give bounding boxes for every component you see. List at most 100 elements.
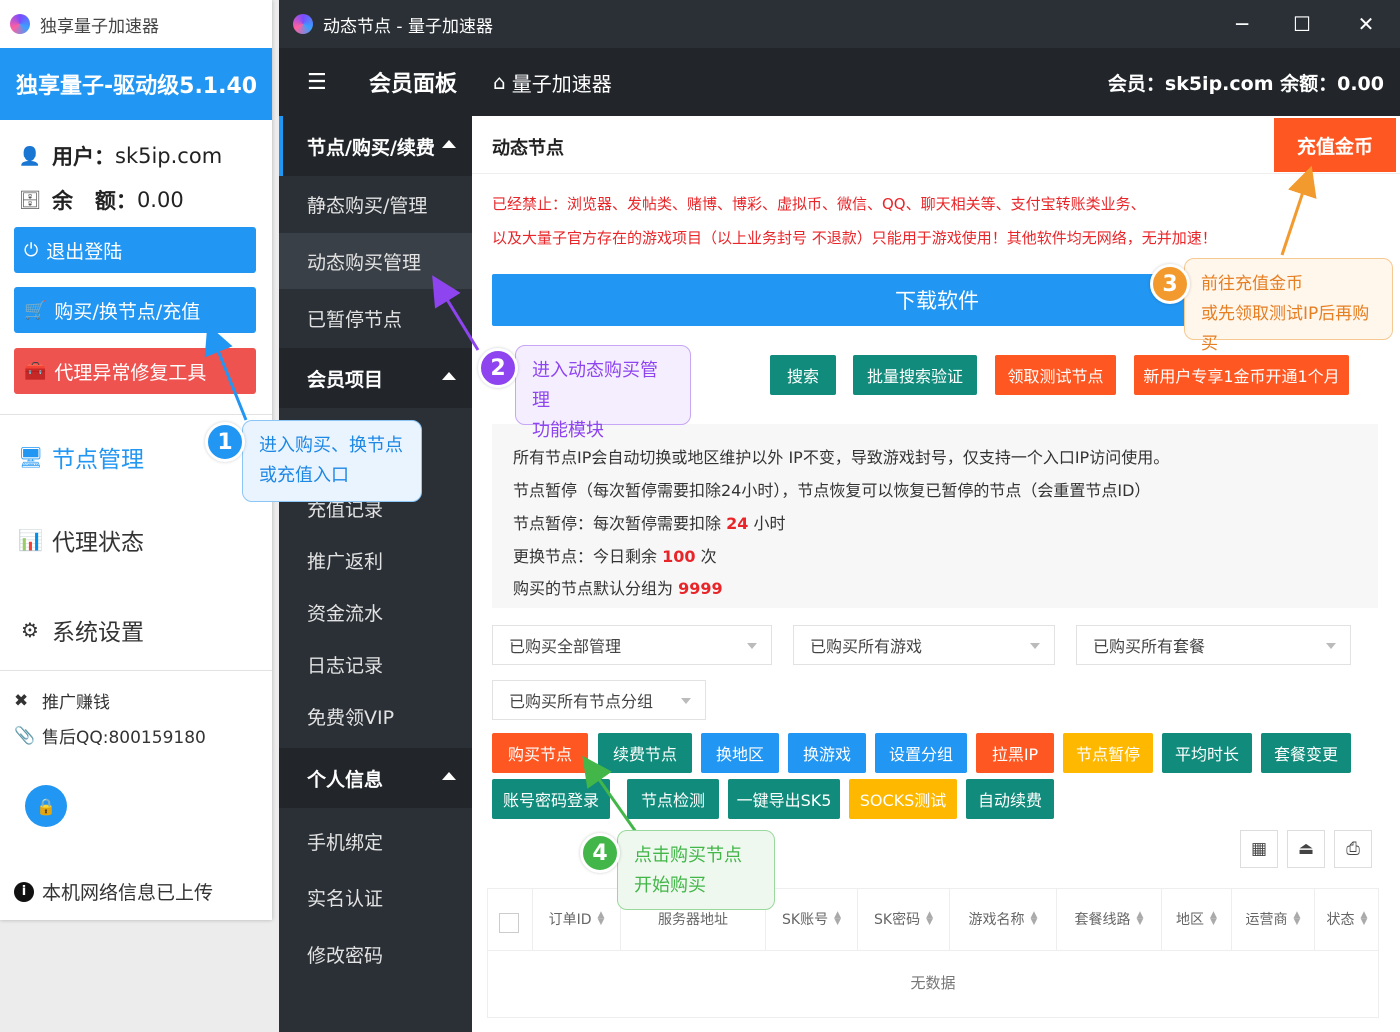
notice-text: 节点暂停：每次暂停需要扣除: [513, 514, 727, 533]
sidebar-group-personal[interactable]: 个人信息: [279, 748, 472, 808]
member-panel-link[interactable]: 会员面板: [369, 48, 457, 116]
batch-verify-button[interactable]: 批量搜索验证: [853, 355, 977, 395]
nav-node-management[interactable]: 🖥 节点管理: [18, 440, 144, 474]
sidebar-item-logs[interactable]: 日志记录: [279, 636, 472, 692]
logout-button[interactable]: ⏻ 退出登陆: [14, 227, 256, 273]
avg-duration-button[interactable]: 平均时长: [1162, 733, 1252, 773]
sort-icon: ▲ ▼: [1360, 910, 1368, 927]
close-button[interactable]: ✕: [1336, 0, 1396, 48]
chevron-down-icon: [1326, 643, 1336, 649]
search-button[interactable]: 搜索: [770, 355, 836, 395]
new-user-offer-button[interactable]: 新用户专享1金币开通1个月: [1134, 355, 1349, 395]
column-header[interactable]: 状态 ▲ ▼: [1315, 888, 1379, 950]
columns-icon[interactable]: ▦: [1240, 830, 1278, 868]
power-icon: ⏻: [24, 239, 39, 261]
change-game-button[interactable]: 换游戏: [788, 733, 866, 773]
sidebar-item-static[interactable]: 静态购买/管理: [279, 176, 472, 232]
set-group-button[interactable]: 设置分组: [875, 733, 967, 773]
export-icon[interactable]: ⏏: [1287, 830, 1325, 868]
pause-node-button[interactable]: 节点暂停: [1063, 733, 1153, 773]
promo-link[interactable]: ✖ 推广赚钱: [14, 688, 110, 714]
cart-icon: 🛒: [24, 299, 47, 321]
sidebar-group-member[interactable]: 会员项目: [279, 348, 472, 408]
logout-label: 退出登陆: [46, 240, 123, 263]
change-region-button[interactable]: 换地区: [701, 733, 779, 773]
home-link[interactable]: ⌂ 量子加速器: [493, 48, 612, 116]
filter-games[interactable]: 已购买所有游戏: [793, 625, 1055, 665]
notice-line-4: 更换节点：今日剩余 100 次: [513, 543, 717, 567]
column-header[interactable]: 运营商 ▲ ▼: [1232, 888, 1315, 950]
menu-toggle[interactable]: ☰: [307, 48, 327, 116]
change-package-button[interactable]: 套餐变更: [1261, 733, 1351, 773]
callout-text: 或充值入口: [259, 465, 349, 486]
header-label: 游戏名称: [968, 912, 1025, 928]
sidebar: 节点/购买/续费 静态购买/管理 动态购买管理 已暂停节点 会员项目 充值记录 …: [279, 116, 472, 1032]
select-all-checkbox[interactable]: [499, 913, 519, 933]
sort-icon: ▲ ▼: [1210, 910, 1217, 927]
column-header[interactable]: SK密码 ▲ ▼: [858, 888, 950, 950]
callout-4: 点击购买节点 开始购买: [617, 830, 775, 910]
sidebar-group-nodes[interactable]: 节点/购买/续费: [279, 116, 472, 176]
left-titlebar: 独享量子加速器: [0, 0, 272, 48]
notice-line-5: 购买的节点默认分组为 9999: [513, 575, 723, 599]
column-header[interactable]: SK账号 ▲ ▼: [766, 888, 858, 950]
auto-renew-button[interactable]: 自动续费: [966, 779, 1054, 819]
buy-node-action[interactable]: 购买节点: [492, 733, 588, 773]
callout-text: 功能模块: [532, 420, 604, 441]
recharge-button[interactable]: 充值金币: [1274, 118, 1396, 172]
sidebar-item-funds[interactable]: 资金流水: [279, 584, 472, 640]
sort-icon: ▲ ▼: [597, 910, 605, 927]
callout-3: 前往充值金币 或先领取测试IP后再购买: [1184, 258, 1393, 354]
select-value: 已购买所有游戏: [810, 637, 923, 656]
warning-line-2: 以及大量子官方存在的游戏项目（以上业务封号 不退款）只能用于游戏使用！其他软件均…: [492, 229, 1217, 247]
node-check-button[interactable]: 节点检测: [627, 779, 719, 819]
nav-label: 节点管理: [52, 447, 144, 473]
callout-text: 点击购买节点: [634, 845, 742, 866]
blacklist-ip-button[interactable]: 拉黑IP: [976, 733, 1054, 773]
sidebar-item-dynamic[interactable]: 动态购买管理: [279, 233, 472, 289]
home-label: 量子加速器: [511, 71, 612, 96]
page-title: 动态节点: [492, 138, 564, 159]
get-test-node-button[interactable]: 领取测试节点: [995, 355, 1116, 395]
column-header[interactable]: 套餐线路 ▲ ▼: [1057, 888, 1162, 950]
export-sk5-button[interactable]: 一键导出SK5: [728, 779, 840, 819]
column-header[interactable]: 游戏名称 ▲ ▼: [950, 888, 1057, 950]
column-header[interactable]: 地区 ▲ ▼: [1162, 888, 1232, 950]
sidebar-group-label: 会员项目: [307, 368, 384, 391]
sidebar-group-label: 节点/购买/续费: [307, 136, 435, 159]
sidebar-item-password[interactable]: 修改密码: [279, 926, 472, 982]
socks-test-button[interactable]: SOCKS测试: [849, 779, 957, 819]
warning-line-1: 已经禁止：浏览器、发帖类、赌博、博彩、虚拟币、微信、QQ、聊天相关等、支付宝转账…: [492, 195, 1146, 213]
step-badge-3: 3: [1150, 264, 1190, 304]
sidebar-item-rebate[interactable]: 推广返利: [279, 532, 472, 588]
step-badge-2: 2: [478, 348, 518, 388]
header-label: 套餐线路: [1074, 912, 1131, 928]
sidebar-item-vip[interactable]: 免费领VIP: [279, 688, 472, 744]
account-login-button[interactable]: 账号密码登录: [492, 779, 610, 819]
database-icon: 🗄: [18, 189, 42, 211]
sidebar-group-label: 个人信息: [307, 768, 384, 791]
sidebar-item-phone[interactable]: 手机绑定: [279, 813, 472, 869]
filter-node-groups[interactable]: 已购买所有节点分组: [492, 680, 706, 720]
maximize-button[interactable]: ☐: [1272, 0, 1332, 48]
header-label: 服务器地址: [658, 912, 728, 928]
header-label: SK密码: [874, 912, 921, 928]
filter-all-manage[interactable]: 已购买全部管理: [492, 625, 772, 665]
lock-button[interactable]: 🔒: [25, 785, 67, 827]
nav-system-settings[interactable]: ⚙ 系统设置: [18, 613, 144, 647]
repair-tool-button[interactable]: 🧰 代理异常修复工具: [14, 348, 256, 394]
sidebar-item-realname[interactable]: 实名认证: [279, 869, 472, 925]
header-label: 状态: [1326, 912, 1355, 928]
filter-packages[interactable]: 已购买所有套餐: [1076, 625, 1351, 665]
nav-proxy-status[interactable]: 📊 代理状态: [18, 523, 144, 557]
header-label: 订单ID: [548, 912, 592, 928]
minimize-button[interactable]: ─: [1212, 0, 1272, 48]
buy-node-button[interactable]: 🛒 购买/换节点/充值: [14, 287, 256, 333]
sort-icon: ▲ ▼: [1293, 910, 1301, 927]
column-header[interactable]: 订单ID ▲ ▼: [533, 888, 621, 950]
print-icon[interactable]: ⎙: [1334, 830, 1372, 868]
info-icon: i: [14, 881, 34, 902]
renew-node-button[interactable]: 续费节点: [598, 733, 692, 773]
bar-chart-icon: 📊: [18, 528, 43, 552]
sidebar-item-paused[interactable]: 已暂停节点: [279, 290, 472, 346]
